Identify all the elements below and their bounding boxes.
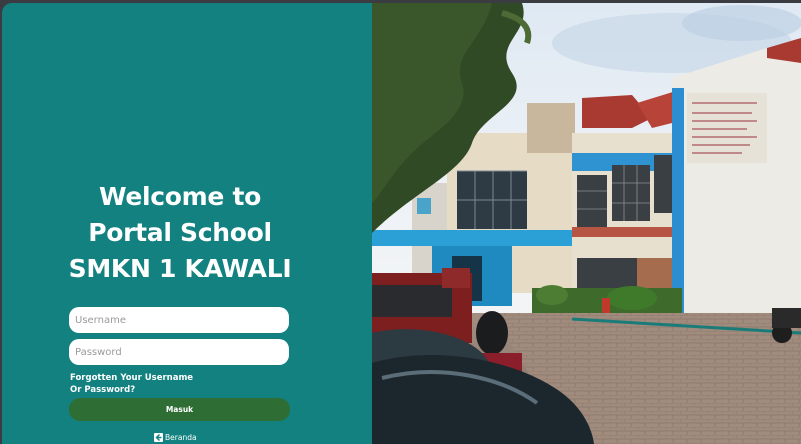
- welcome-title-line-2: Portal School: [88, 218, 272, 247]
- home-link-label: Beranda: [165, 433, 197, 442]
- welcome-title-line-1: Welcome to: [98, 182, 262, 211]
- welcome-title: Welcome to Portal School SMKN 1 KAWALI: [2, 179, 358, 287]
- password-input[interactable]: [69, 339, 289, 365]
- school-building-photo: [372, 3, 801, 444]
- home-link[interactable]: Beranda: [154, 433, 197, 442]
- forgot-line-1: Forgotten Your Username: [70, 373, 194, 383]
- arrow-left-icon: [154, 433, 163, 442]
- login-page: Welcome to Portal School SMKN 1 KAWALI F…: [0, 0, 801, 444]
- welcome-title-line-3: SMKN 1 KAWALI: [68, 254, 292, 283]
- forgot-line-2: Or Password?: [70, 385, 136, 395]
- login-panel: Welcome to Portal School SMKN 1 KAWALI F…: [2, 3, 372, 444]
- forgot-credentials-link[interactable]: Forgotten Your Username Or Password?: [70, 372, 220, 396]
- username-input[interactable]: [69, 307, 289, 333]
- login-button[interactable]: Masuk: [69, 398, 290, 421]
